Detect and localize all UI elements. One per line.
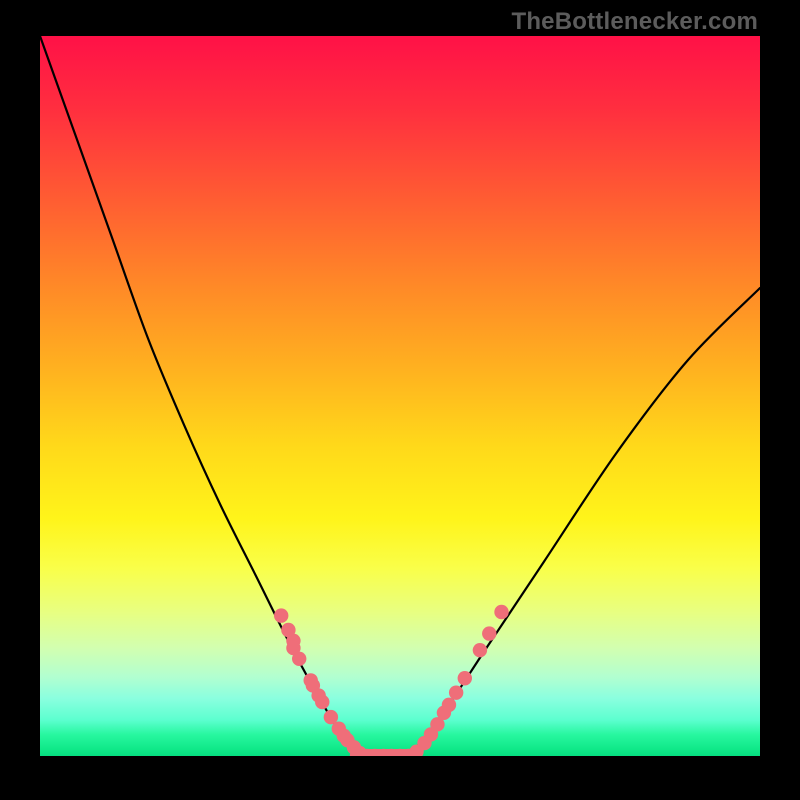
chart-frame: TheBottlenecker.com	[0, 0, 800, 800]
data-point	[442, 698, 456, 712]
data-point	[482, 626, 496, 640]
data-point	[449, 685, 463, 699]
data-point	[292, 652, 306, 666]
data-point	[274, 608, 288, 622]
data-point	[458, 671, 472, 685]
data-point	[315, 695, 329, 709]
watermark-text: TheBottlenecker.com	[511, 8, 758, 36]
plot-area	[40, 36, 760, 756]
data-point	[473, 643, 487, 657]
data-point	[494, 605, 508, 619]
chart-svg	[40, 36, 760, 756]
bottleneck-curve	[40, 36, 760, 756]
scatter-points	[274, 605, 509, 756]
